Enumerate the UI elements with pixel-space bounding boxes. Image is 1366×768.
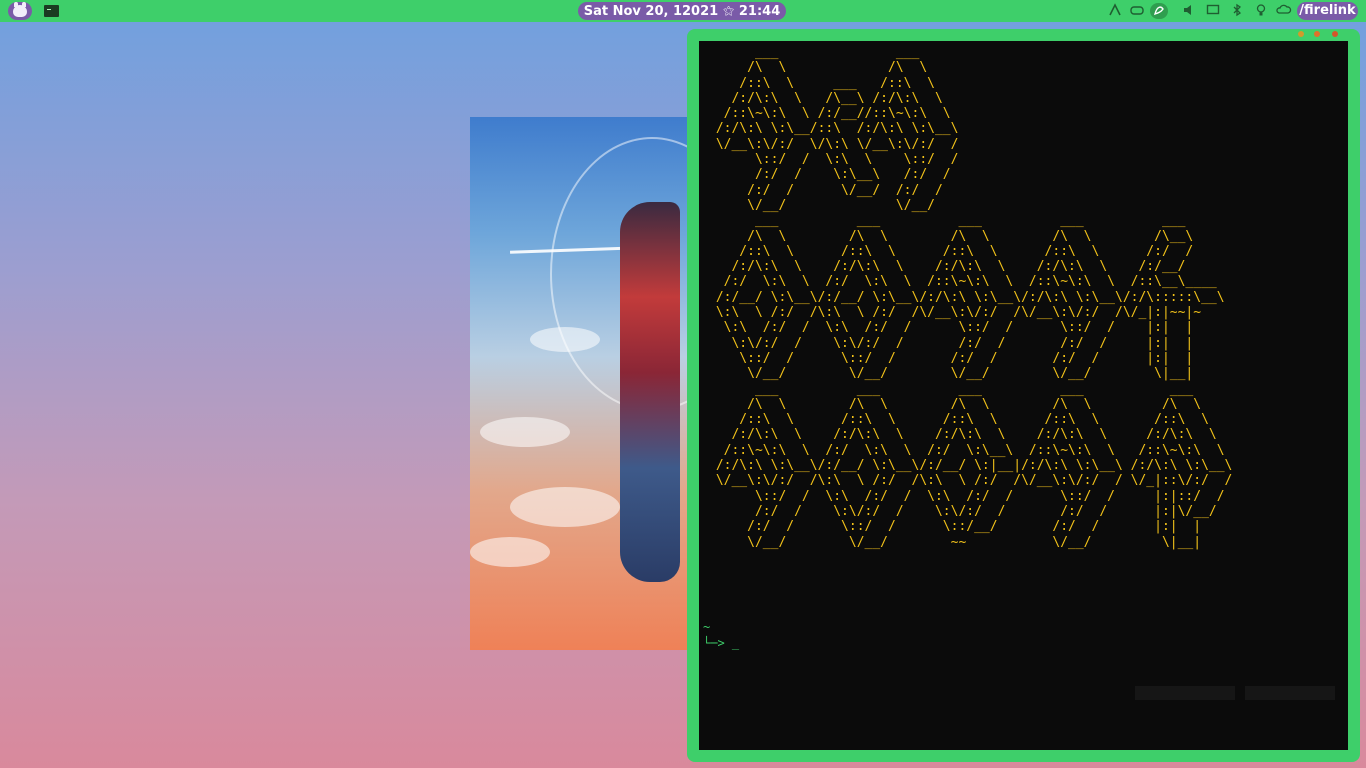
cloud-shape (510, 487, 620, 527)
maximize-button[interactable] (1314, 31, 1320, 37)
clock-widget[interactable]: Sat Nov 20, 12021 ⚝ 21:44 (578, 2, 786, 20)
ghost-bar (1245, 686, 1335, 700)
prompt-arrow: └─> (703, 636, 732, 650)
cloud-shape (470, 537, 550, 567)
stylus-icon[interactable] (1150, 3, 1168, 19)
workspace-label[interactable]: /firelink (1297, 2, 1358, 20)
cursor: _ (731, 636, 740, 650)
cloud-icon[interactable] (1275, 3, 1293, 19)
cloud-shape (530, 327, 600, 352)
shell-prompt[interactable]: ~ └─> _ (703, 619, 739, 651)
terminal-window[interactable]: ___ ___ /\ \ /\ \ /::\ \ ___ /::\ \ /:/\… (687, 29, 1360, 762)
ascii-art-banner: ___ ___ /\ \ /\ \ /::\ \ ___ /::\ \ /:/\… (715, 45, 1233, 550)
prompt-dir: ~ (703, 620, 711, 634)
gamepad-icon[interactable] (1128, 3, 1146, 19)
display-icon[interactable] (1204, 3, 1222, 19)
bluetooth-icon[interactable] (1228, 3, 1246, 19)
window-controls (1292, 29, 1352, 39)
minimize-button[interactable] (1298, 31, 1304, 37)
close-button[interactable] (1332, 31, 1338, 37)
character-figure (620, 202, 680, 582)
terminal-icon[interactable] (40, 2, 62, 20)
cloud-shape (480, 417, 570, 447)
puppy-launcher-icon[interactable] (8, 2, 32, 20)
terminal-content[interactable]: ___ ___ /\ \ /\ \ /::\ \ ___ /::\ \ /:/\… (699, 41, 1348, 750)
top-panel: Sat Nov 20, 12021 ⚝ 21:44 /firelink (0, 0, 1366, 22)
lightbulb-icon[interactable] (1252, 3, 1270, 19)
anime-artwork-image (470, 117, 700, 650)
ghost-bar (1135, 686, 1235, 700)
network-icon[interactable] (1106, 3, 1124, 19)
date-label: Sat Nov 20, 12021 (583, 3, 719, 19)
time-label: 21:44 (738, 3, 781, 19)
volume-icon[interactable] (1180, 3, 1198, 19)
star-icon: ⚝ (723, 4, 734, 17)
